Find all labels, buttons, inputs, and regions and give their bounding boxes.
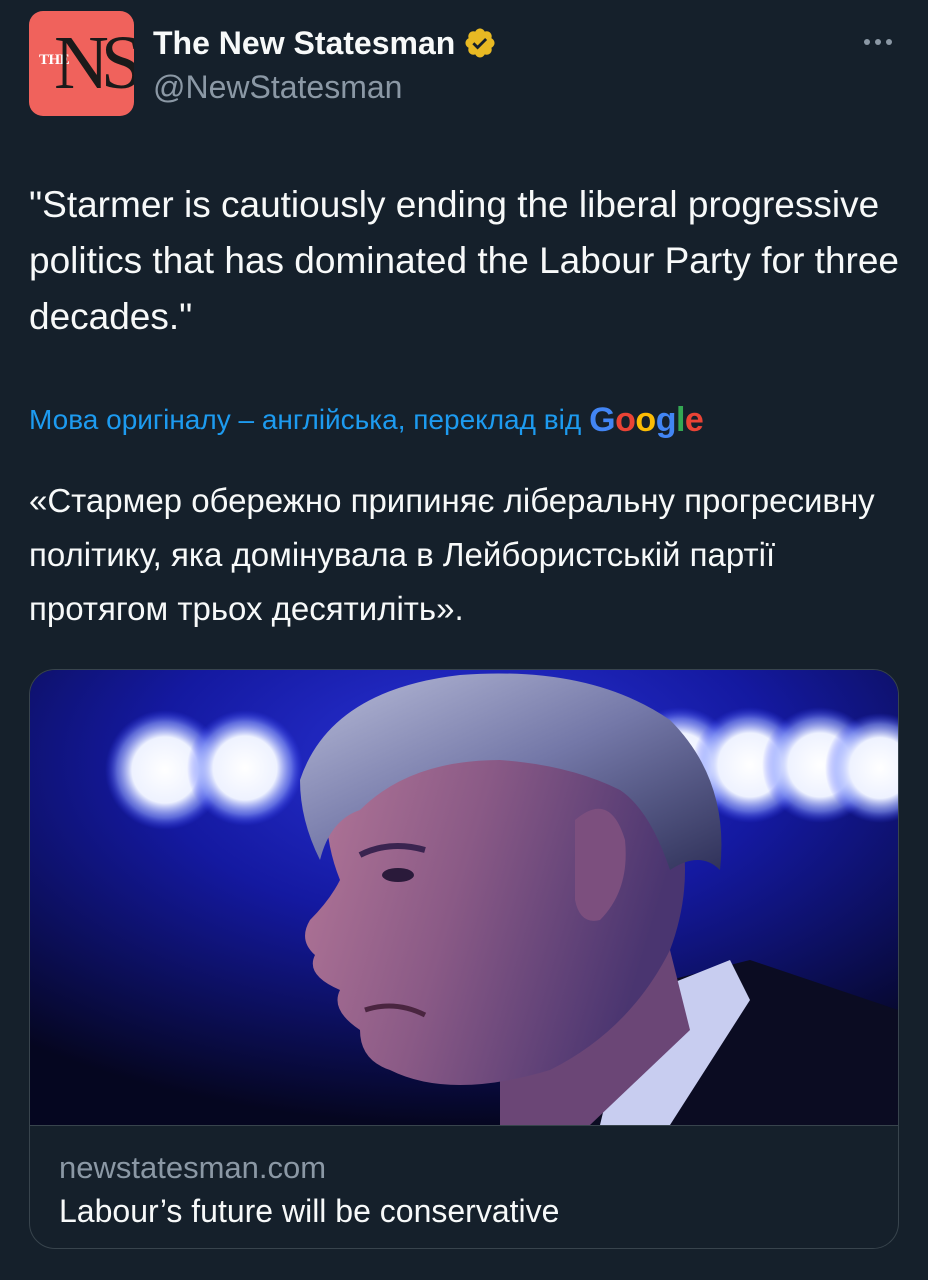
- author-handle[interactable]: @NewStatesman: [153, 67, 402, 107]
- google-logo: Google: [589, 401, 704, 439]
- author-display-name[interactable]: The New Statesman: [153, 23, 455, 63]
- more-dot-icon: [864, 39, 870, 45]
- avatar[interactable]: THE NS: [29, 11, 134, 116]
- translated-tweet-text: «Стармер обережно припиняє ліберальну пр…: [29, 482, 875, 627]
- more-dot-icon: [886, 39, 892, 45]
- author-name-row[interactable]: The New Statesman: [153, 23, 497, 63]
- avatar-logo-ns: NS: [54, 21, 134, 105]
- card-divider: [30, 1125, 898, 1126]
- translation-note-text[interactable]: Мова оригіналу – англійська, переклад ві…: [29, 400, 581, 440]
- translation-note[interactable]: Мова оригіналу – англійська, переклад ві…: [29, 400, 704, 440]
- card-domain: newstatesman.com: [59, 1150, 327, 1185]
- link-preview-card[interactable]: newstatesman.com Labour’s future will be…: [29, 669, 899, 1249]
- more-dot-icon: [875, 39, 881, 45]
- verified-badge-icon: [465, 28, 495, 58]
- more-options-button[interactable]: [858, 30, 898, 54]
- article-photo[interactable]: [30, 670, 898, 1125]
- card-title[interactable]: Labour’s future will be conservative: [59, 1191, 559, 1231]
- tweet-text: "Starmer is cautiously ending the libera…: [29, 184, 900, 337]
